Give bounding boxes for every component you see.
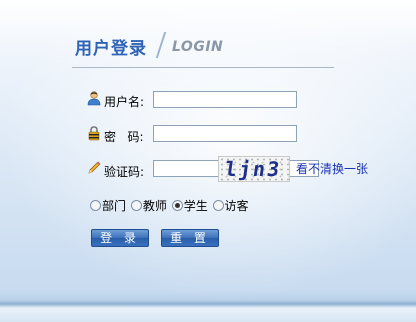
role-label: 访客 — [224, 199, 249, 213]
password-label: 密 码: — [104, 130, 144, 144]
username-input[interactable] — [153, 91, 297, 108]
role-selector: 部门 教师 学生 访客 — [90, 197, 250, 215]
role-radio[interactable] — [90, 200, 101, 211]
role-label: 教师 — [142, 199, 167, 213]
role-radio[interactable] — [212, 200, 224, 211]
captcha-code: ljn3 — [223, 157, 283, 181]
role-option-visitor[interactable]: 访客 — [212, 197, 249, 214]
reset-button[interactable]: 重 置 — [161, 229, 219, 247]
captcha-image[interactable]: ljn3 — [218, 156, 290, 182]
role-label: 部门 — [102, 199, 127, 213]
role-label: 学生 — [183, 199, 208, 213]
role-option-student[interactable]: 学生 — [171, 197, 208, 214]
header-divider — [72, 67, 334, 68]
page-title: 用户登录 — [75, 39, 147, 59]
lock-icon — [88, 126, 100, 141]
password-input[interactable] — [153, 125, 297, 142]
role-radio-selected[interactable] — [171, 200, 183, 211]
user-icon — [87, 91, 101, 106]
login-button[interactable]: 登 录 — [91, 229, 149, 247]
pencil-icon — [88, 161, 101, 174]
role-radio[interactable] — [130, 200, 142, 211]
role-option-department[interactable]: 部门 — [90, 197, 126, 214]
role-option-teacher[interactable]: 教师 — [130, 197, 167, 214]
page-subtitle: LOGIN — [172, 39, 224, 55]
captcha-label: 验证码: — [104, 165, 145, 179]
username-label: 用户名: — [104, 95, 145, 109]
refresh-captcha-link[interactable]: 看不清换一张 — [296, 160, 368, 177]
